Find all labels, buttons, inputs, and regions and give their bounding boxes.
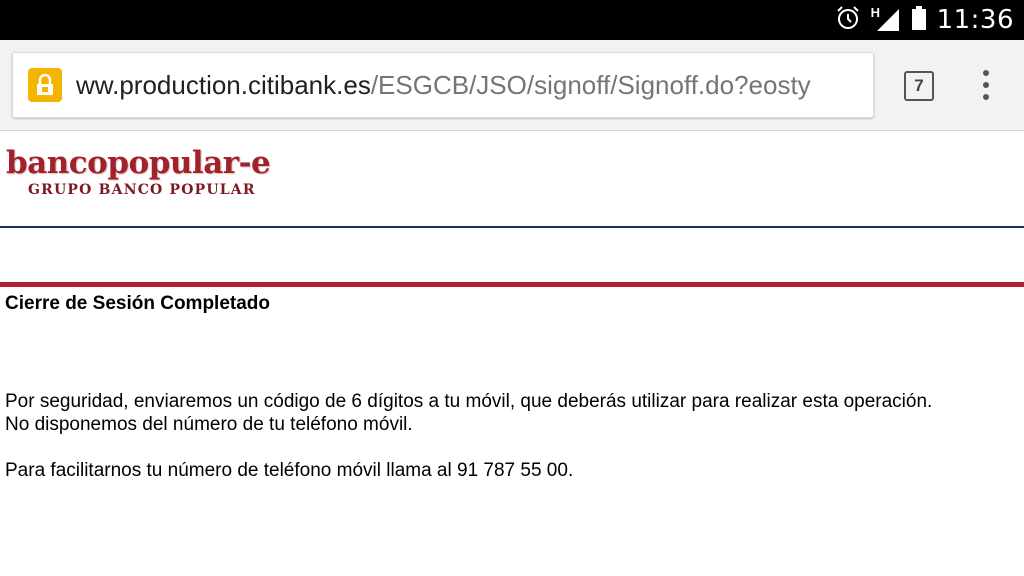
tab-switcher-button[interactable]: 7 (904, 71, 934, 101)
browser-toolbar: ww.production.citibank.es/ESGCB/JSO/sign… (0, 40, 1024, 131)
divider-navy (0, 226, 1024, 228)
lock-icon[interactable] (28, 68, 62, 102)
security-message-line2: No disponemos del número de tu teléfono … (5, 414, 413, 435)
signal-icon: H (871, 5, 901, 33)
divider-red (0, 282, 1024, 287)
url-text[interactable]: ww.production.citibank.es/ESGCB/JSO/sign… (76, 70, 811, 101)
alarm-icon (835, 5, 861, 36)
status-bar: H 11:36 (0, 0, 1024, 40)
url-host: ww.production.citibank.es (76, 69, 371, 100)
page-title: Cierre de Sesión Completado (5, 293, 271, 314)
tab-count: 7 (914, 76, 924, 95)
security-message-line1: Por seguridad, enviaremos un código de 6… (5, 391, 933, 412)
logo-tagline: GRUPO BANCO POPULAR (28, 182, 256, 198)
url-path: /ESGCB/JSO/signoff/Signoff.do?eosty (370, 69, 811, 100)
battery-icon (911, 5, 927, 36)
clock: 11:36 (936, 5, 1014, 35)
overflow-menu-icon[interactable] (976, 70, 996, 100)
bank-logo[interactable]: bancopopular-e GRUPO BANCO POPULAR (6, 145, 271, 198)
logo-wordmark: bancopopular-e (6, 145, 271, 181)
url-bar[interactable]: ww.production.citibank.es/ESGCB/JSO/sign… (12, 52, 874, 118)
status-icons: H 11:36 (835, 0, 1014, 40)
phone-instruction: Para facilitarnos tu número de teléfono … (5, 460, 574, 481)
